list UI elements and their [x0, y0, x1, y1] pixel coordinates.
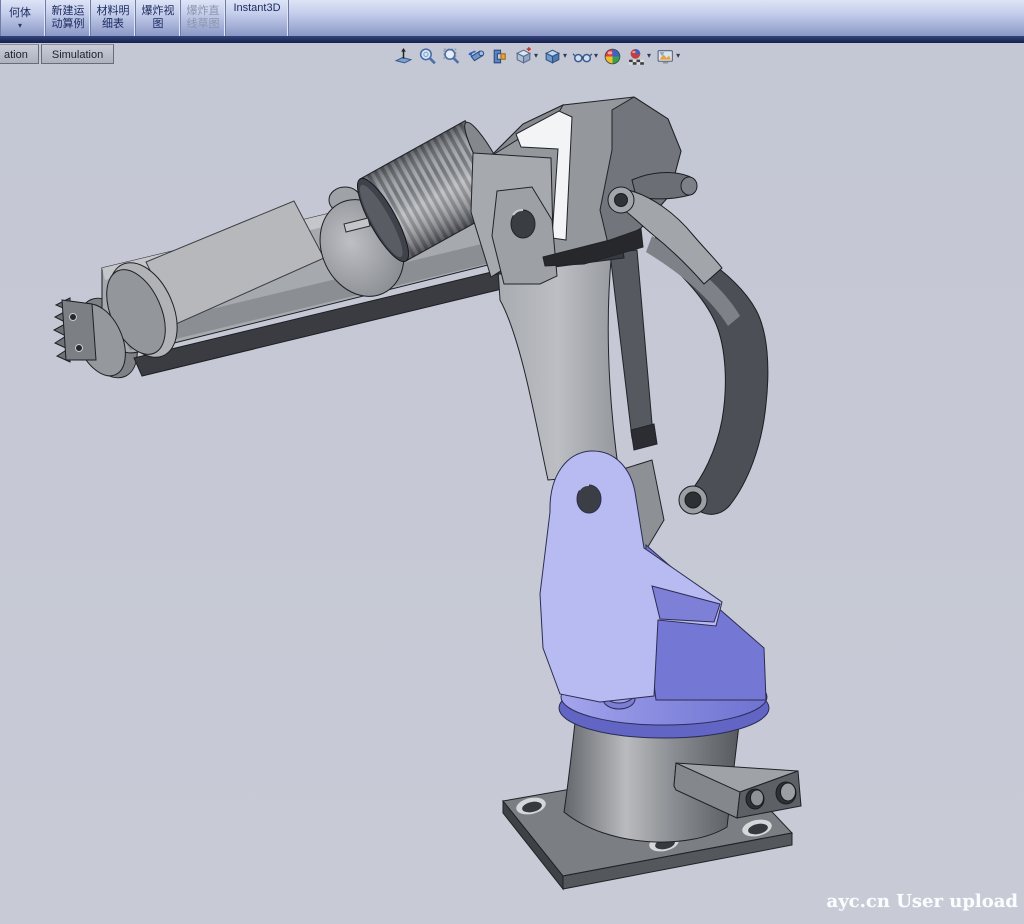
section-view-icon [490, 47, 509, 66]
toolbar-button-label: 动算例 [52, 18, 85, 31]
apply-scene-button[interactable]: ▾ [627, 47, 651, 66]
display-style-button[interactable]: ▾ [543, 47, 567, 66]
chevron-down-icon: ▾ [18, 22, 22, 29]
zoom-to-area-button[interactable] [442, 47, 461, 66]
view-settings-icon [656, 47, 675, 66]
tab-label: Simulation [52, 49, 103, 61]
toolbar-button-label: 细表 [102, 18, 124, 31]
heads-up-view-toolbar: ▾ ▾ ▾ [394, 45, 680, 67]
toolbar-button-label: 爆炸直 [187, 5, 220, 18]
linkage-hole-bottom [685, 492, 701, 508]
toolbar-button-exploded-view[interactable]: 爆炸视 图 [136, 0, 181, 36]
hide-show-items-icon [572, 47, 593, 66]
toolbar-button-label: 爆炸视 [142, 5, 175, 18]
view-settings-button[interactable]: ▾ [656, 47, 680, 66]
toolbar-button-label: 材料明 [97, 5, 130, 18]
hide-show-items-button[interactable]: ▾ [572, 47, 598, 66]
toolbar-button-instant3d[interactable]: Instant3D [226, 0, 289, 36]
tab-simulation[interactable]: Simulation [41, 44, 114, 64]
section-view-button[interactable] [490, 47, 509, 66]
toolbar-button-label: 何体 [9, 7, 31, 20]
zoom-to-fit-button[interactable] [418, 47, 437, 66]
previous-view-icon [466, 47, 485, 66]
linkage-hole-top [615, 194, 628, 207]
edit-appearance-button[interactable] [603, 47, 622, 66]
zoom-to-area-icon [442, 47, 461, 66]
robot-arm-model[interactable] [0, 43, 1024, 924]
toolbar-button-label: Instant3D [233, 2, 280, 15]
viewport-3d[interactable]: ayc.cn User upload [0, 43, 1024, 924]
chevron-down-icon: ▾ [534, 52, 538, 60]
tab-label: ation [4, 49, 28, 61]
chevron-down-icon: ▾ [647, 52, 651, 60]
toolbar-button-new-motion-study[interactable]: 新建运 动算例 [46, 0, 91, 36]
normal-to-button[interactable] [394, 47, 413, 66]
chevron-down-icon: ▾ [594, 52, 598, 60]
view-orientation-button[interactable]: ▾ [514, 47, 538, 66]
chevron-down-icon: ▾ [676, 52, 680, 60]
previous-view-button[interactable] [466, 47, 485, 66]
tab-left-partial[interactable]: ation [0, 44, 39, 64]
toolbar-button-explode-line-sketch[interactable]: 爆炸直 线草图 [181, 0, 226, 36]
main-toolbar: 何体 ▾ 新建运 动算例 材料明 细表 爆炸视 图 爆炸直 线草图 Instan… [0, 0, 1024, 36]
toolbar-button-label: 图 [153, 18, 164, 31]
zoom-to-fit-icon [418, 47, 437, 66]
toolbar-button-label: 新建运 [52, 5, 85, 18]
watermark-text: ayc.cn User upload [827, 891, 1018, 912]
commandmanager-tabs: ation Simulation [0, 44, 116, 64]
toolbar-button-bill-of-materials[interactable]: 材料明 细表 [91, 0, 136, 36]
display-style-icon [543, 47, 562, 66]
view-orientation-icon [514, 47, 533, 66]
toolbar-button-reference-geometry-partial[interactable]: 何体 ▾ [0, 0, 46, 36]
toolbar-bottom-band [0, 36, 1024, 43]
toolbar-button-label: 线草图 [187, 18, 220, 31]
chevron-down-icon: ▾ [563, 52, 567, 60]
normal-to-icon [394, 47, 413, 66]
edit-appearance-icon [603, 47, 622, 66]
apply-scene-icon [627, 47, 646, 66]
